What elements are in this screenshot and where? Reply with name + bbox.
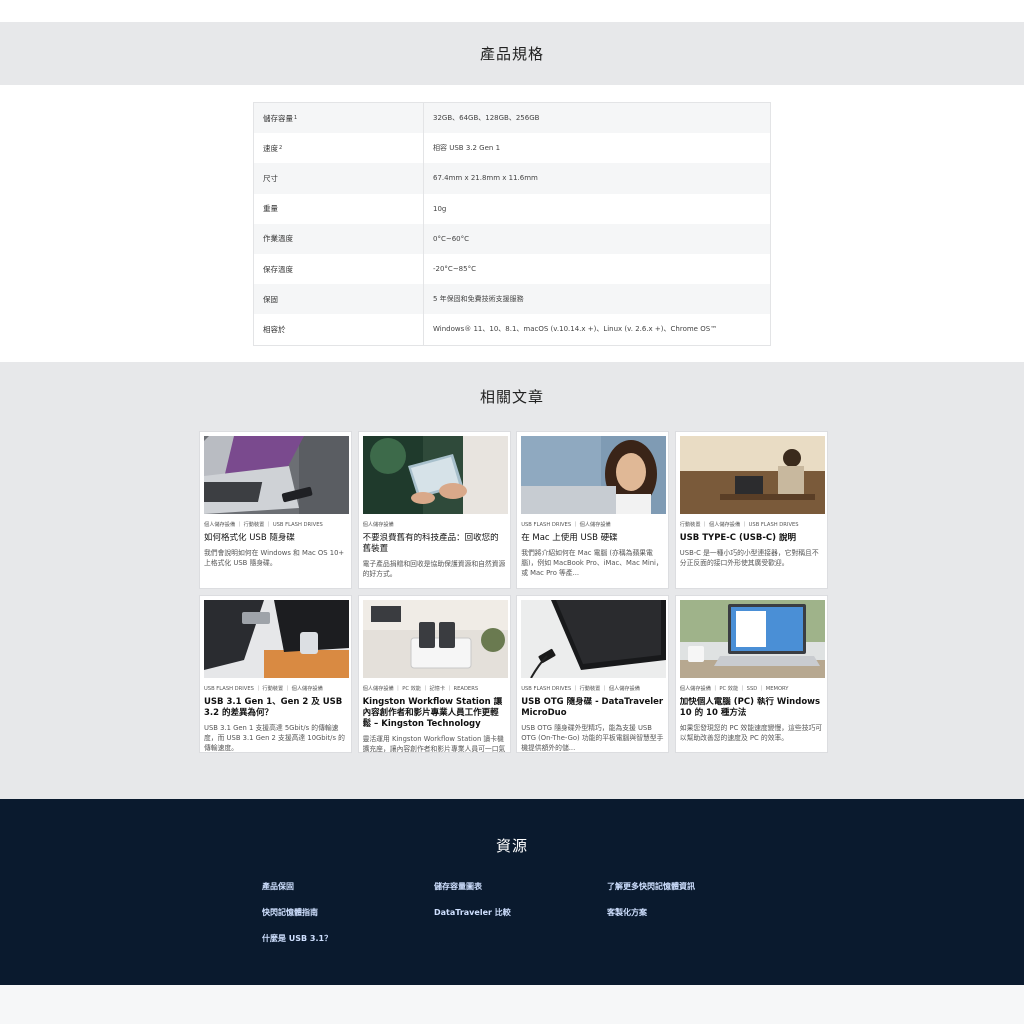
- bottom-strip: [0, 985, 1024, 1024]
- footer-link-flash-info[interactable]: 了解更多快閃記憶體資訊: [607, 881, 695, 892]
- spec-table: 儲存容量 1 32GB、64GB、128GB、256GB 速度 2 相容 USB 3.2…: [253, 102, 771, 346]
- article-tags: 個人儲存設備 ｜ 行動裝置 ｜ USB FLASH DRIVES: [204, 522, 323, 528]
- woman-laptop-image: [521, 436, 667, 514]
- spec-value: 10g: [433, 204, 447, 213]
- article-thumbnail: [204, 600, 349, 678]
- article-card-mac-usb[interactable]: USB FLASH DRIVES ｜ 個人儲存設備 在 Mac 上使用 USB …: [516, 431, 670, 589]
- article-desc: USB-C 是一種小巧的小型連接器，它對稱且不分正反面的接口外形使其廣受歡迎。: [679, 549, 819, 567]
- article-thumbnail: [362, 436, 508, 514]
- spec-label: 保存溫度: [254, 253, 424, 285]
- spec-row: 保固 5 年保固和免費技術支援服務: [254, 284, 770, 315]
- footer-link-capacity-chart[interactable]: 儲存容量圖表: [434, 881, 482, 892]
- top-strip: [0, 0, 1024, 22]
- article-card-speed-up-pc[interactable]: 個人儲存設備 ｜ PC 效能 ｜ SSD ｜ MEMORY 加快個人電腦 (PC…: [674, 595, 828, 753]
- spec-section-header: 產品規格: [0, 22, 1024, 85]
- article-tags: 個人儲存設備 ｜ PC 效能 ｜ SSD ｜ MEMORY: [679, 686, 789, 692]
- article-tags: USB FLASH DRIVES ｜ 個人儲存設備: [521, 522, 611, 528]
- article-thumbnail: [679, 600, 825, 678]
- article-desc: 我們將介紹如何在 Mac 電腦 (亦稱為蘋果電腦)，例如 MacBook Pro…: [521, 549, 663, 577]
- footer-link-what-is-usb31[interactable]: 什麼是 USB 3.1？: [262, 933, 332, 944]
- spec-label: 儲存容量 1: [254, 103, 424, 134]
- spec-row: 儲存容量 1 32GB、64GB、128GB、256GB: [254, 103, 770, 134]
- spec-row: 速度 2 相容 USB 3.2 Gen 1: [254, 133, 770, 164]
- article-card-recycle[interactable]: 個人儲存設備 不要浪費舊有的科技產品：回收您的舊裝置 電子產品捐贈和回收是協助保…: [357, 431, 511, 589]
- articles-grid: 個人儲存設備 ｜ 行動裝置 ｜ USB FLASH DRIVES 如何格式化 U…: [199, 431, 828, 753]
- spec-label: 相容於: [254, 314, 424, 345]
- article-card-usb-otg[interactable]: USB FLASH DRIVES ｜ 行動裝置 ｜ 個人儲存設備 USB OTG…: [516, 595, 670, 753]
- article-tags: 個人儲存設備 ｜ PC 效能 ｜ 記憶卡 ｜ READERS: [362, 686, 479, 692]
- spec-label: 作業溫度: [254, 223, 424, 254]
- windows-laptop-image: [679, 600, 825, 678]
- article-title[interactable]: 在 Mac 上使用 USB 硬碟: [521, 533, 664, 544]
- spec-row: 尺寸 67.4mm x 21.8mm x 11.6mm: [254, 163, 770, 194]
- article-card-workflow-station[interactable]: 個人儲存設備 ｜ PC 效能 ｜ 記憶卡 ｜ READERS Kingston …: [357, 595, 511, 753]
- article-title[interactable]: USB 3.1 Gen 1、Gen 2 及 USB 3.2 的差異為何？: [204, 697, 347, 719]
- footer-title: 資源: [495, 837, 528, 855]
- article-tags: 行動裝置 ｜ 個人儲存設備 ｜ USB FLASH DRIVES: [679, 522, 799, 528]
- spec-label: 速度 2: [254, 133, 424, 164]
- workflow-station-image: [362, 600, 508, 678]
- article-title[interactable]: USB TYPE-C (USB-C) 說明: [680, 533, 823, 544]
- spec-label: 尺寸: [254, 163, 424, 194]
- article-tags: 個人儲存設備: [362, 522, 394, 528]
- spec-row: 作業溫度 0°C~60°C: [254, 223, 770, 254]
- article-title[interactable]: 不要浪費舊有的科技產品：回收您的舊裝置: [363, 533, 506, 555]
- spec-value: 相容 USB 3.2 Gen 1: [433, 144, 501, 153]
- laptop-image: [204, 436, 349, 514]
- article-card-usb-c[interactable]: 行動裝置 ｜ 個人儲存設備 ｜ USB FLASH DRIVES USB TYP…: [674, 431, 828, 589]
- spec-value: 32GB、64GB、128GB、256GB: [433, 114, 540, 123]
- spec-row: 相容於 Windows® 11、10、8.1、macOS (v.10.14.x +…: [254, 314, 770, 345]
- resources-footer: 資源 產品保固 儲存容量圖表 了解更多快閃記憶體資訊 快閃記憶體指南 DataT…: [0, 799, 1024, 985]
- article-thumbnail: [362, 600, 508, 678]
- article-tags: USB FLASH DRIVES ｜ 行動裝置 ｜ 個人儲存設備: [204, 686, 323, 692]
- spec-label: 保固: [254, 284, 424, 315]
- footer-link-datatraveler-compare[interactable]: DataTraveler 比較: [434, 907, 511, 918]
- spec-label: 重量: [254, 193, 424, 224]
- usb-drives-image: [204, 600, 349, 678]
- article-title[interactable]: Kingston Workflow Station 讓內容創作者和影片專業人員工…: [363, 697, 506, 730]
- spec-value: 67.4mm x 21.8mm x 11.6mm: [433, 174, 538, 183]
- article-card-usb31-gen[interactable]: USB FLASH DRIVES ｜ 行動裝置 ｜ 個人儲存設備 USB 3.1…: [199, 595, 352, 753]
- article-desc: 我們會說明如何在 Windows 和 Mac OS 10+ 上格式化 USB 隨…: [204, 549, 345, 567]
- spec-value: 0°C~60°C: [433, 234, 470, 243]
- footer-link-custom-solutions[interactable]: 客製化方案: [607, 907, 647, 918]
- article-title[interactable]: 如何格式化 USB 隨身碟: [204, 533, 347, 544]
- article-thumbnail: [521, 600, 667, 678]
- spec-value: 5 年保固和免費技術支援服務: [433, 295, 524, 304]
- article-desc: 靈活運用 Kingston Workflow Station 讀卡機擴充座，讓內…: [362, 735, 506, 753]
- outdoor-laptop-image: [679, 436, 825, 514]
- article-desc: USB 3.1 Gen 1 支援高達 5Gbit/s 的傳輸速度，而 USB 3…: [204, 724, 345, 752]
- article-desc: 如果您發現您的 PC 效能速度變慢，這些技巧可以幫助改善您的速度及 PC 的效率…: [679, 724, 823, 742]
- spec-row: 保存溫度 -20°C~85°C: [254, 253, 770, 285]
- article-title[interactable]: 加快個人電腦 (PC) 執行 Windows 10 的 10 種方法: [680, 697, 823, 719]
- spec-value: -20°C~85°C: [433, 265, 476, 274]
- articles-title: 相關文章: [479, 388, 544, 406]
- article-desc: USB OTG 隨身碟外型精巧，能為支援 USB OTG (On-The-Go)…: [521, 724, 664, 752]
- spec-title: 產品規格: [479, 45, 544, 63]
- article-card-format-usb[interactable]: 個人儲存設備 ｜ 行動裝置 ｜ USB FLASH DRIVES 如何格式化 U…: [199, 431, 352, 589]
- footer-link-flash-guide[interactable]: 快閃記憶體指南: [262, 907, 318, 918]
- tablet-hands-image: [362, 436, 508, 514]
- article-thumbnail: [204, 436, 349, 514]
- related-articles-section: 相關文章 個人儲存設備 ｜ 行動裝置 ｜ USB FLASH DRIVES 如何…: [0, 362, 1024, 799]
- phone-otg-image: [521, 600, 667, 678]
- spec-row: 重量 10g: [254, 193, 770, 224]
- spec-value: Windows® 11、10、8.1、macOS (v.10.14.x +)、L…: [433, 325, 718, 334]
- spec-section: 儲存容量 1 32GB、64GB、128GB、256GB 速度 2 相容 USB 3.2…: [0, 85, 1024, 362]
- article-desc: 電子產品捐贈和回收是協助保護資源和自然資源的好方式。: [362, 560, 506, 578]
- article-tags: USB FLASH DRIVES ｜ 行動裝置 ｜ 個人儲存設備: [521, 686, 640, 692]
- article-thumbnail: [521, 436, 667, 514]
- article-title[interactable]: USB OTG 隨身碟 - DataTraveler MicroDuo: [521, 697, 664, 719]
- footer-link-warranty[interactable]: 產品保固: [262, 881, 294, 892]
- article-thumbnail: [679, 436, 825, 514]
